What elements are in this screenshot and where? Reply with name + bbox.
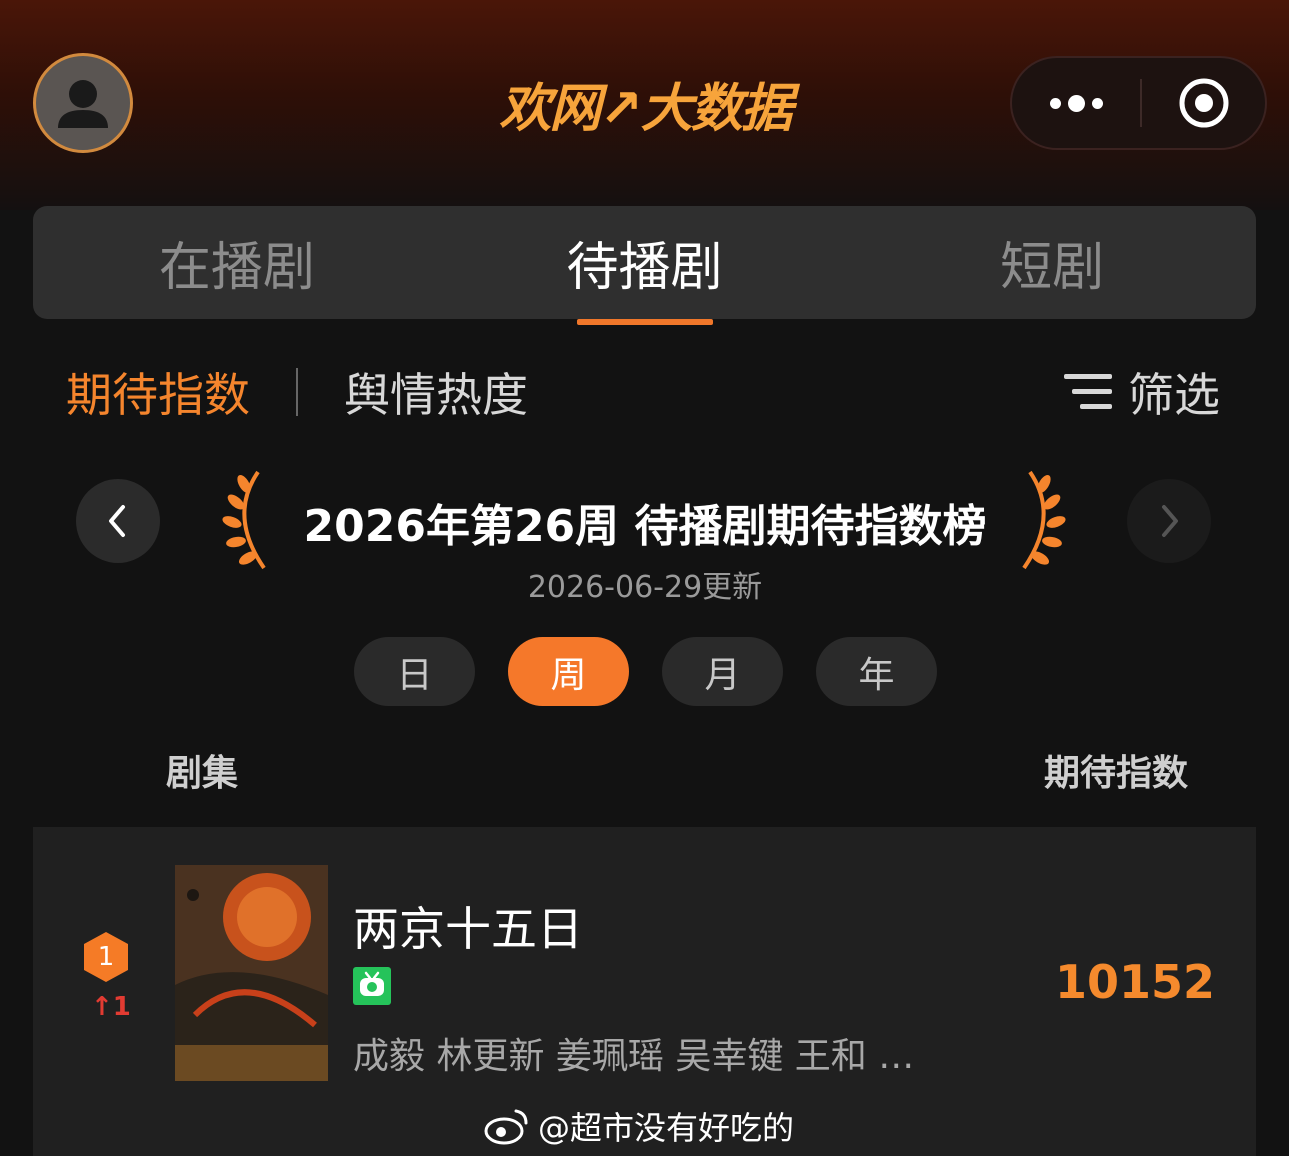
more-button[interactable] — [1012, 58, 1140, 148]
period-selector: 日 周 月 年 — [354, 637, 937, 706]
tab-expect-index[interactable]: 期待指数 — [66, 359, 250, 425]
chevron-right-icon — [1162, 505, 1178, 537]
period-month[interactable]: 月 — [662, 637, 783, 706]
header-bar: 欢网↗大数据 — [0, 0, 1289, 210]
metric-divider — [296, 368, 298, 416]
mini-program-capsule — [1010, 56, 1267, 150]
tv-icon — [360, 971, 384, 996]
show-cast: 成毅 林更新 姜珮瑶 吴幸键 王和 … — [353, 1036, 915, 1077]
close-program-button[interactable] — [1142, 58, 1265, 148]
column-header-index: 期待指数 — [1044, 753, 1189, 794]
target-icon — [1179, 78, 1228, 128]
rank-badge: 1 — [83, 931, 129, 983]
tab-public-heat[interactable]: 舆情热度 — [344, 359, 528, 425]
tab-short-drama[interactable]: 短剧 — [848, 206, 1256, 319]
filter-button[interactable]: 筛选 — [1062, 360, 1220, 424]
period-week[interactable]: 周 — [508, 637, 629, 706]
watermark-text: @超市没有好吃的 — [538, 1109, 795, 1147]
ranking-updated-date: 2026-06-29更新 — [527, 570, 763, 605]
weibo-icon — [484, 1109, 528, 1145]
metric-tabs: 期待指数 舆情热度 — [66, 360, 528, 424]
more-dot-icon — [1091, 97, 1103, 109]
show-poster[interactable] — [175, 865, 328, 1081]
rank-number: 1 — [97, 942, 115, 972]
column-header-show: 剧集 — [166, 753, 239, 794]
prev-period-button[interactable] — [76, 479, 160, 563]
user-icon — [58, 80, 108, 128]
poster-artwork — [175, 865, 328, 1081]
weibo-watermark: @超市没有好吃的 — [484, 1104, 794, 1148]
filter-icon — [1064, 374, 1112, 409]
next-period-button[interactable] — [1127, 479, 1211, 563]
more-dot-icon — [1067, 94, 1085, 112]
more-dot-icon — [1049, 97, 1061, 109]
tab-airing[interactable]: 在播剧 — [33, 206, 441, 319]
platform-icon — [353, 967, 391, 1005]
period-day[interactable]: 日 — [354, 637, 475, 706]
expect-score: 10152 — [1055, 955, 1216, 1009]
period-year[interactable]: 年 — [816, 637, 937, 706]
avatar[interactable] — [33, 53, 133, 153]
main-tabs: 在播剧 待播剧 短剧 — [33, 206, 1256, 325]
show-title[interactable]: 两京十五日 — [353, 893, 583, 959]
ranking-title: 2026年第26周 待播剧期待指数榜 — [303, 501, 987, 552]
app-logo: 欢网↗大数据 — [499, 78, 793, 139]
chevron-left-icon — [109, 505, 125, 537]
laurel-right-icon — [1022, 470, 1066, 570]
filter-label: 筛选 — [1128, 368, 1220, 422]
laurel-left-icon — [222, 470, 266, 570]
rank-change: ↑1 — [91, 992, 131, 1022]
tab-upcoming[interactable]: 待播剧 — [441, 206, 849, 325]
